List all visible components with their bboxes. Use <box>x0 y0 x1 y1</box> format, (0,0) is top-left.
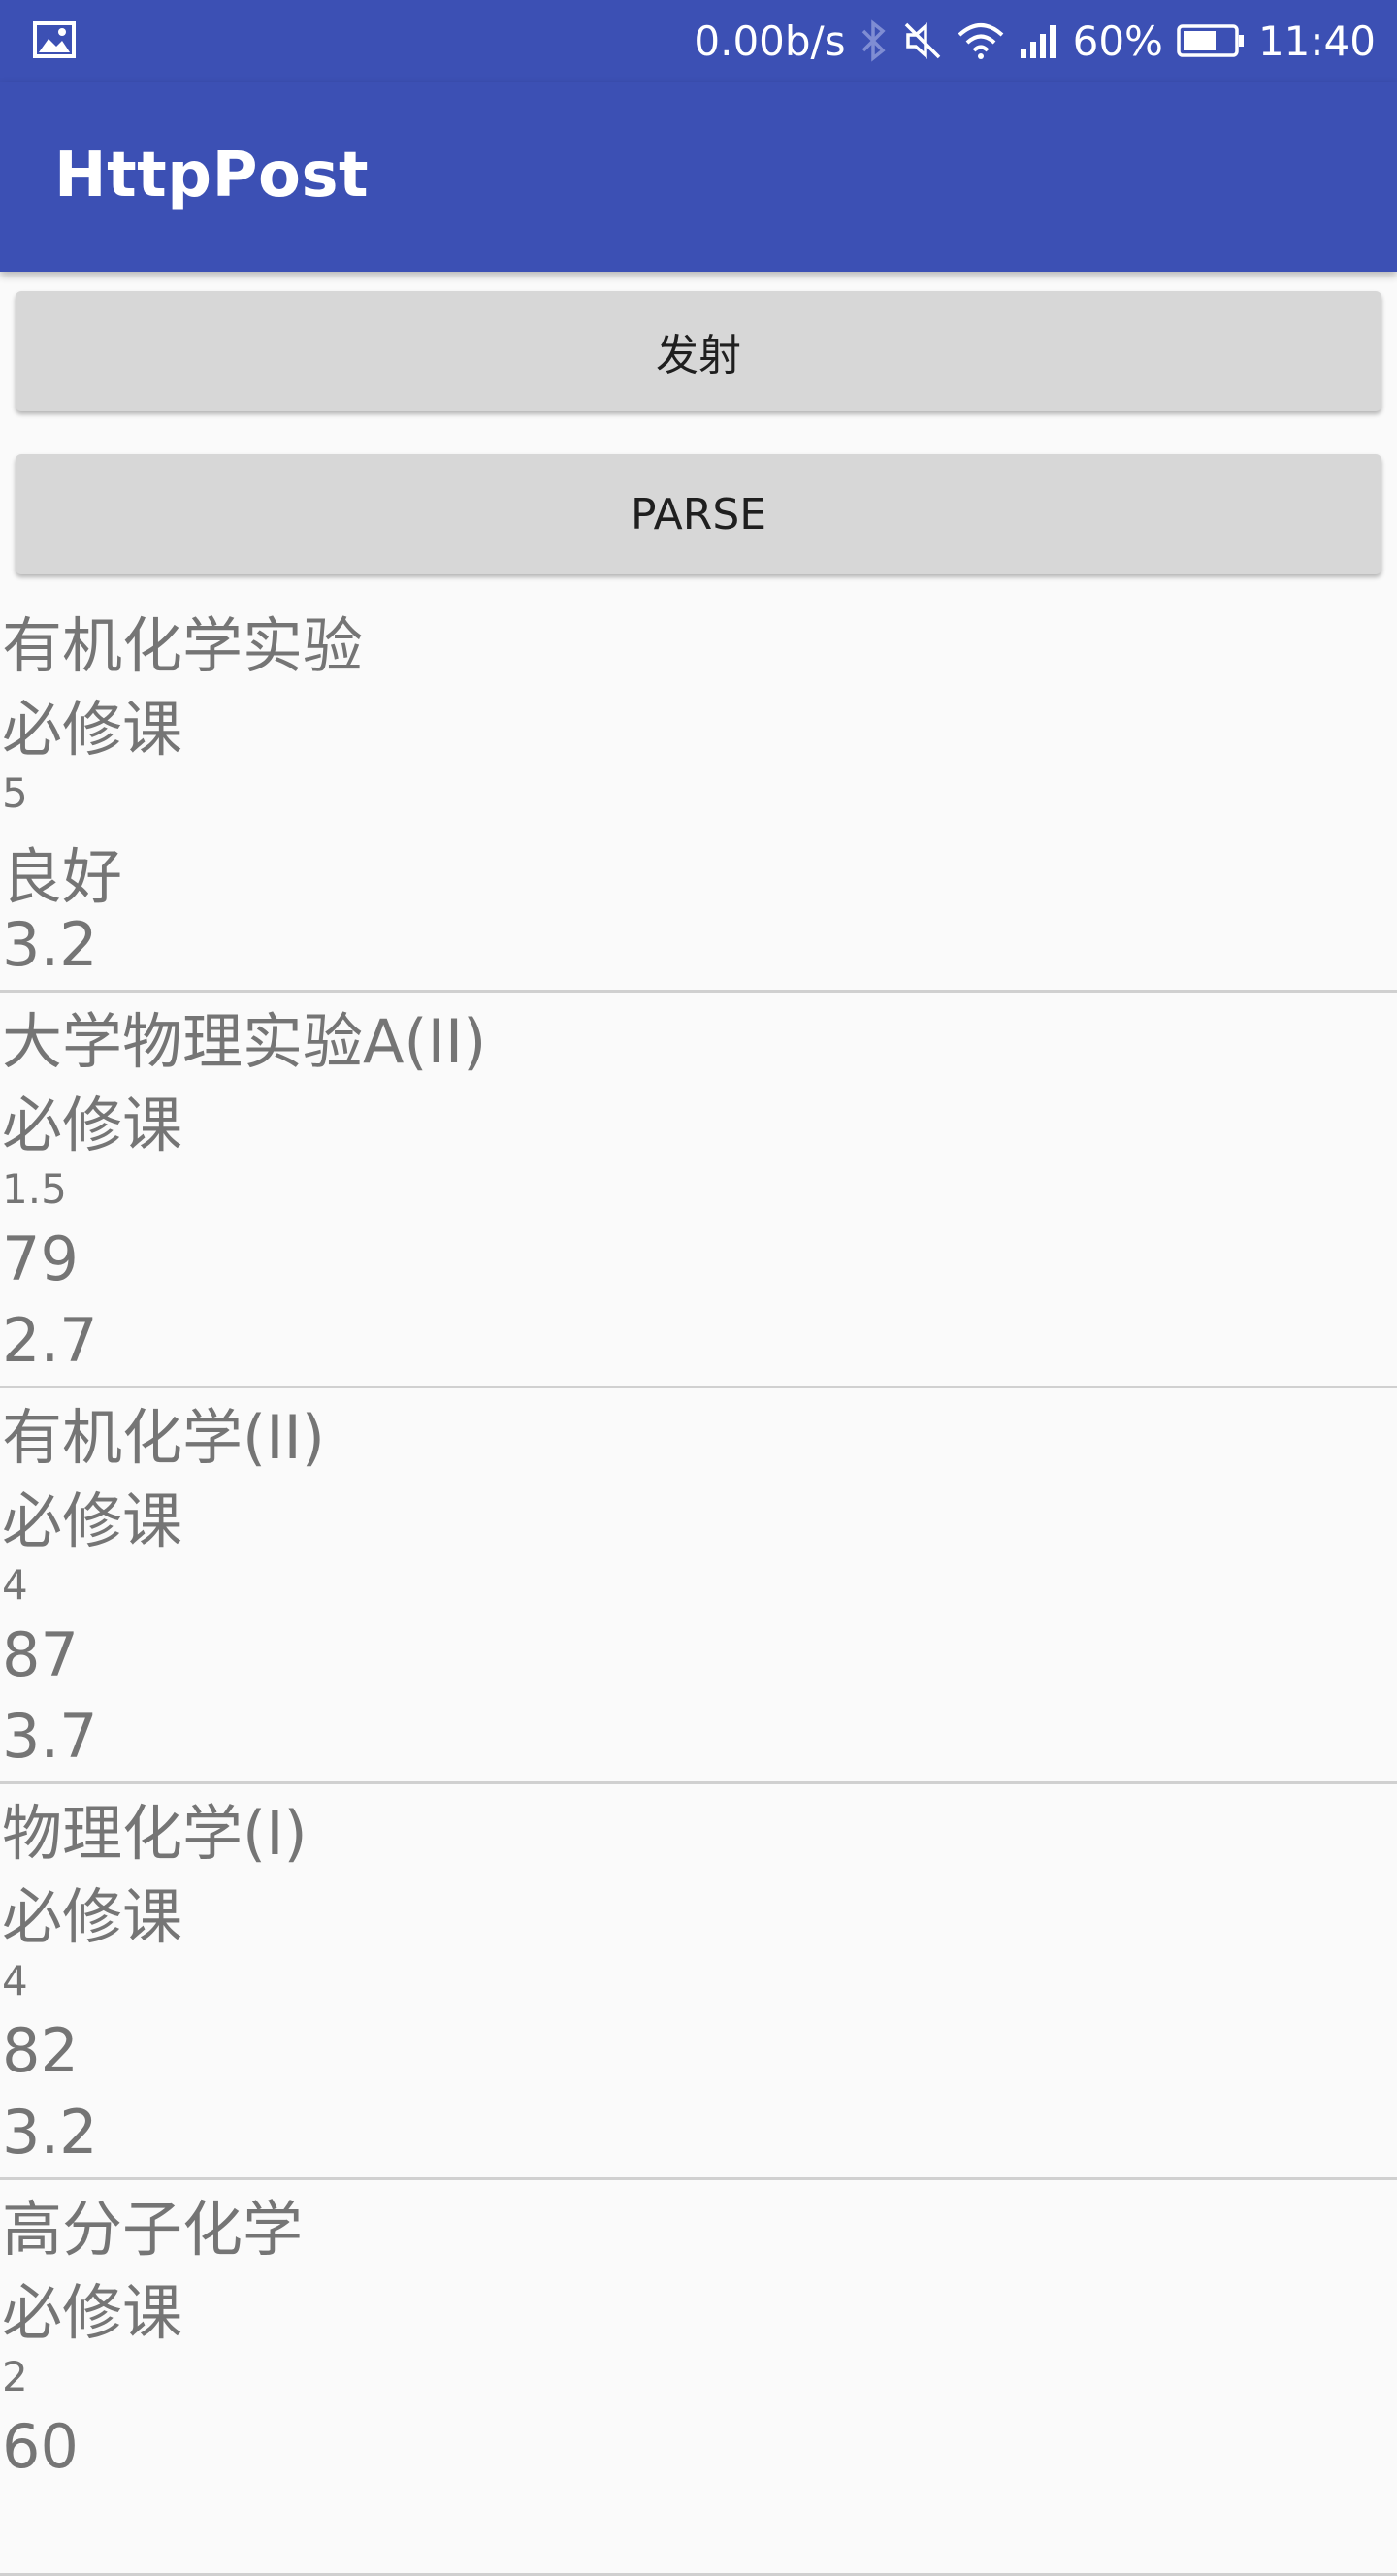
course-score: 良好 <box>2 841 123 912</box>
course-credit: 2 <box>2 2353 28 2400</box>
course-name: 物理化学(I) <box>2 1798 308 1869</box>
wifi-icon <box>958 23 1003 59</box>
course-type: 必修课 <box>2 2277 183 2348</box>
course-name: 有机化学(II) <box>2 1402 325 1473</box>
course-item[interactable]: 有机化学(II) 必修课 4 87 3.7 <box>0 1388 1397 1784</box>
parse-button[interactable]: PARSE <box>16 454 1381 574</box>
course-name: 有机化学实验 <box>2 610 364 681</box>
course-credit: 5 <box>2 769 28 817</box>
course-item[interactable]: 大学物理实验A(II) 必修课 1.5 79 2.7 <box>0 993 1397 1388</box>
course-gpa: 3.7 <box>2 1701 98 1772</box>
course-name: 大学物理实验A(II) <box>2 1006 487 1077</box>
mute-icon <box>904 22 940 59</box>
course-credit: 1.5 <box>2 1165 67 1213</box>
fire-button[interactable]: 发射 <box>16 291 1381 411</box>
bluetooth-icon <box>861 19 886 62</box>
network-speed: 0.00b/s <box>694 16 846 65</box>
signal-icon <box>1020 25 1056 58</box>
course-score: 87 <box>2 1619 79 1690</box>
course-type: 必修课 <box>2 1485 183 1556</box>
course-score: 60 <box>2 2411 79 2482</box>
course-item[interactable]: 物理化学(I) 必修课 4 82 3.2 <box>0 1784 1397 2180</box>
course-type: 必修课 <box>2 1090 183 1160</box>
course-credit: 4 <box>2 1957 28 2005</box>
gallery-notification-icon <box>33 21 76 58</box>
battery-percent: 60% <box>1072 16 1163 65</box>
status-bar: 0.00b/s 60% 11:40 <box>0 0 1397 82</box>
course-list[interactable]: 有机化学实验 必修课 5 良好 3.2 大学物理实验A(II) 必修课 1.5 … <box>0 597 1397 2576</box>
course-score: 79 <box>2 1223 79 1294</box>
course-type: 必修课 <box>2 1881 183 1952</box>
course-item[interactable]: 有机化学实验 必修课 5 良好 3.2 <box>0 597 1397 993</box>
status-indicators: 0.00b/s 60% 11:40 <box>694 0 1376 82</box>
course-name: 高分子化学 <box>2 2194 304 2265</box>
course-gpa: 3.2 <box>2 909 98 980</box>
course-gpa: 3.2 <box>2 2097 98 2168</box>
course-credit: 4 <box>2 1561 28 1609</box>
course-type: 必修课 <box>2 694 183 765</box>
app-bar: HttpPost <box>0 82 1397 272</box>
clock: 11:40 <box>1257 16 1376 65</box>
course-item[interactable]: 高分子化学 必修课 2 60 <box>0 2180 1397 2576</box>
course-gpa: 2.7 <box>2 1305 98 1376</box>
battery-icon <box>1177 24 1244 57</box>
app-title: HttpPost <box>54 140 370 212</box>
course-score: 82 <box>2 2015 79 2086</box>
